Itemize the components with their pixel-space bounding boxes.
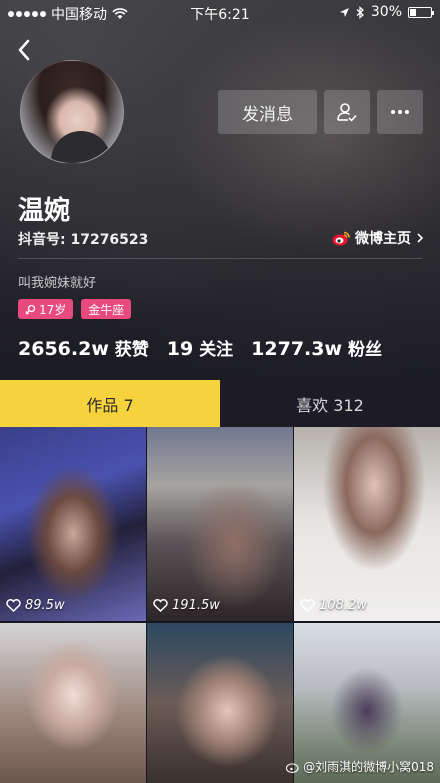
stat-likes: 2656.2w 获赞: [18, 335, 149, 360]
video-thumbnail[interactable]: 89.5w: [0, 427, 146, 621]
back-button[interactable]: [12, 36, 38, 64]
video-thumbnail[interactable]: 108.2w: [294, 427, 440, 621]
heart-icon: [300, 599, 315, 612]
stat-following-label: 关注: [199, 340, 234, 360]
stat-likes-value: 2656.2w: [18, 338, 109, 360]
heart-icon: [6, 599, 21, 612]
stat-followers-label: 粉丝: [347, 340, 382, 360]
profile-tags: 17岁 金牛座: [18, 299, 132, 319]
stat-followers[interactable]: 1277.3w 粉丝: [251, 335, 382, 360]
bluetooth-icon: [356, 5, 364, 19]
video-likes-count: 108.2w: [319, 598, 367, 613]
video-likes: 191.5w: [153, 598, 220, 613]
status-right: 30%: [339, 4, 434, 20]
video-thumbnail[interactable]: [147, 623, 293, 783]
zodiac-tag: 金牛座: [81, 299, 132, 319]
age-label: 17岁: [39, 302, 67, 317]
chevron-right-icon: [417, 233, 424, 243]
divider: [18, 258, 422, 259]
battery-percent: 30%: [370, 4, 402, 20]
follow-button[interactable]: [324, 90, 370, 134]
video-likes: 89.5w: [6, 598, 65, 613]
weibo-link-label: 微博主页: [355, 231, 411, 247]
profile-tabs: 作品 7 喜欢 312: [0, 380, 440, 427]
chevron-left-icon: [18, 39, 30, 61]
weibo-icon: [286, 762, 299, 773]
zodiac-label: 金牛座: [88, 302, 125, 317]
more-button[interactable]: [377, 90, 423, 134]
user-check-icon: [337, 103, 357, 122]
video-likes: 108.2w: [300, 598, 367, 613]
stat-followers-value: 1277.3w: [251, 338, 343, 360]
more-dots-icon: [391, 110, 409, 114]
tab-likes[interactable]: 喜欢 312: [220, 380, 440, 427]
video-thumbnail[interactable]: [0, 623, 146, 783]
age-tag: 17岁: [18, 299, 74, 319]
weibo-icon: [332, 231, 350, 245]
video-grid: 89.5w 191.5w 108.2w: [0, 427, 440, 783]
profile-stats: 2656.2w 获赞 19 关注 1277.3w 粉丝: [18, 335, 382, 360]
heart-icon: [153, 599, 168, 612]
avatar[interactable]: [20, 60, 124, 164]
video-likes-count: 191.5w: [172, 598, 220, 613]
video-likes-count: 89.5w: [25, 598, 65, 613]
stat-following-value: 19: [166, 338, 194, 360]
douyin-id: 抖音号: 17276523: [18, 232, 149, 248]
status-bar: 中国移动 下午6:21 30%: [0, 0, 440, 26]
send-message-button[interactable]: 发消息: [218, 90, 317, 134]
weibo-homepage-link[interactable]: 微博主页: [332, 228, 424, 248]
watermark: @刘雨淇的微博小窝018: [286, 758, 434, 775]
female-icon: [25, 304, 36, 314]
watermark-text: @刘雨淇的微博小窝018: [303, 760, 434, 774]
location-icon: [339, 7, 349, 17]
stat-likes-label: 获赞: [114, 340, 149, 360]
tab-works[interactable]: 作品 7: [0, 380, 220, 427]
video-thumbnail[interactable]: 191.5w: [147, 427, 293, 621]
stat-following[interactable]: 19 关注: [167, 335, 233, 360]
bio: 叫我婉妹就好: [18, 276, 97, 291]
battery-icon: [408, 6, 434, 18]
profile-name: 温婉: [18, 196, 71, 226]
